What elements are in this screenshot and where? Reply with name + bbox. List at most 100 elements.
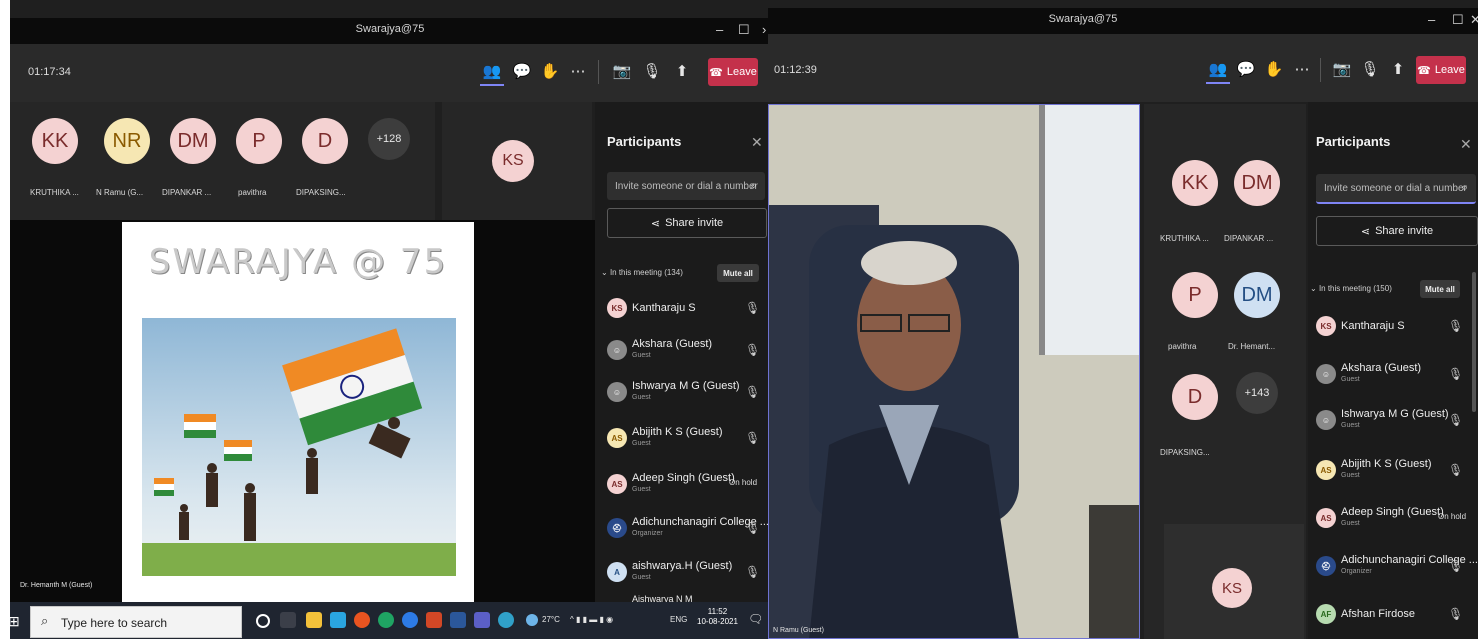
- taskbar-clock[interactable]: 11:52 10-08-2021: [697, 607, 738, 627]
- participants-panel: Participants ✕ Invite someone or dial a …: [1308, 102, 1478, 639]
- share-tray-icon[interactable]: ⬆: [1386, 56, 1410, 82]
- participant-avatar[interactable]: KK: [1172, 160, 1218, 206]
- meeting-toolbar: 01:17:34 👥 💬 ✋ ⋯ 📷 🎙 ⬆ ☎ Leave: [10, 44, 770, 102]
- chat-icon[interactable]: 💬: [510, 58, 534, 84]
- shared-content-stage: SWARAJYA @ 75 Dr. Hemanth M (Guest): [10, 220, 595, 602]
- participant-name: Ishwarya M G (Guest): [1341, 408, 1449, 420]
- overflow-count[interactable]: +143: [1236, 372, 1278, 414]
- speaker-video-frame: [769, 105, 1139, 638]
- close-panel-icon[interactable]: ✕: [1460, 136, 1472, 153]
- word-icon[interactable]: [450, 612, 466, 628]
- participant-row[interactable]: ☺ Ishwarya M G (Guest) Guest 🎙: [607, 374, 767, 410]
- participant-row[interactable]: ☺ Ishwarya M G (Guest) Guest 🎙: [1316, 402, 1466, 438]
- participant-row[interactable]: AS Adeep Singh (Guest) Guest On hold: [607, 466, 767, 502]
- app-icon[interactable]: [402, 612, 418, 628]
- firefox-icon[interactable]: [354, 612, 370, 628]
- mute-all-button[interactable]: Mute all: [1420, 280, 1460, 298]
- leave-button[interactable]: ☎ Leave: [708, 58, 758, 86]
- close-icon[interactable]: ›: [762, 22, 766, 37]
- participant-row[interactable]: KS Kantharaju S 🎙: [607, 290, 767, 326]
- cortana-icon[interactable]: [256, 614, 270, 628]
- mic-off-icon[interactable]: 🎙: [1358, 56, 1382, 82]
- invite-placeholder: Invite someone or dial a number: [1324, 183, 1467, 194]
- language-indicator[interactable]: ENG: [670, 615, 687, 624]
- participant-avatar[interactable]: DM: [1234, 160, 1280, 206]
- participant-avatar[interactable]: D: [1172, 374, 1218, 420]
- camera-off-icon[interactable]: 📷: [1330, 56, 1354, 82]
- mic-muted-icon: 🎙: [1448, 319, 1464, 333]
- leave-button[interactable]: ☎ Leave: [1416, 56, 1466, 84]
- participant-row[interactable]: AS Abijith K S (Guest) Guest 🎙: [1316, 452, 1466, 488]
- participant-role: Guest: [1341, 376, 1360, 383]
- participant-avatar: AS: [1316, 508, 1336, 528]
- participant-row[interactable]: ⛑ Adichunchanagiri College ... Organizer…: [607, 510, 769, 546]
- participant-row[interactable]: AF Afshan Firdose 🎙: [1316, 596, 1466, 632]
- speaker-caption: N Ramu (Guest): [773, 627, 824, 634]
- chat-icon[interactable]: 💬: [1234, 56, 1258, 82]
- participant-avatar[interactable]: P: [1172, 272, 1218, 318]
- mute-all-button[interactable]: Mute all: [717, 264, 759, 282]
- participant-row[interactable]: ☺ Akshara (Guest) Guest 🎙: [607, 332, 767, 368]
- in-meeting-header[interactable]: ⌄ In this meeting (150): [1310, 284, 1392, 293]
- invite-input[interactable]: Invite someone or dial a number ⌕: [607, 172, 765, 200]
- participant-row[interactable]: ⛑ Adichunchanagiri College ... Organizer…: [1316, 548, 1478, 584]
- more-options-icon[interactable]: ⋯: [566, 58, 590, 84]
- share-icon: ⋖: [650, 217, 661, 230]
- participant-role: Organizer: [1341, 568, 1372, 575]
- share-invite-button[interactable]: ⋖ Share invite: [1316, 216, 1478, 246]
- participant-avatar[interactable]: KK: [32, 118, 78, 164]
- participant-row[interactable]: ☺ Akshara (Guest) Guest 🎙: [1316, 356, 1466, 392]
- participant-name: Afshan Firdose: [1341, 608, 1415, 620]
- overflow-count[interactable]: +128: [368, 118, 410, 160]
- participant-row[interactable]: KS Kantharaju S 🎙: [1316, 308, 1466, 344]
- weather-temp[interactable]: 27°C: [542, 615, 560, 624]
- participant-name: Dr. Hemant...: [1228, 342, 1276, 351]
- taskbar-search[interactable]: ⌕ Type here to search: [30, 606, 242, 638]
- file-explorer-icon[interactable]: [306, 612, 322, 628]
- mic-off-icon[interactable]: 🎙: [640, 58, 664, 84]
- share-tray-icon[interactable]: ⬆: [670, 58, 694, 84]
- participant-row[interactable]: AS Abijith K S (Guest) Guest 🎙: [607, 420, 767, 456]
- participant-role: Guest: [1341, 520, 1360, 527]
- participant-avatar[interactable]: DM: [170, 118, 216, 164]
- close-icon[interactable]: ✕: [1470, 12, 1478, 28]
- participant-avatar[interactable]: D: [302, 118, 348, 164]
- participant-row[interactable]: AS Adeep Singh (Guest) Guest On hold: [1316, 500, 1476, 536]
- participant-avatar[interactable]: DM: [1234, 272, 1280, 318]
- maximize-icon[interactable]: ☐: [738, 22, 750, 38]
- app-icon[interactable]: [498, 612, 514, 628]
- people-icon[interactable]: 👥: [1206, 56, 1230, 84]
- chrome-icon[interactable]: [378, 612, 394, 628]
- guest-avatar-icon: ☺: [1316, 410, 1336, 430]
- camera-off-icon[interactable]: 📷: [610, 58, 634, 84]
- share-invite-button[interactable]: ⋖ Share invite: [607, 208, 767, 238]
- powerpoint-icon[interactable]: [426, 612, 442, 628]
- tray-icons[interactable]: ^ ▮ ▮ ▬ ▮ ◉: [570, 615, 613, 624]
- close-panel-icon[interactable]: ✕: [751, 134, 763, 151]
- participant-strip: KK NR DM P D +128 KRUTHIKA ... N Ramu (G…: [10, 102, 435, 220]
- minimize-icon[interactable]: –: [1428, 12, 1435, 27]
- raise-hand-icon[interactable]: ✋: [1262, 56, 1286, 82]
- task-view-icon[interactable]: [280, 612, 296, 628]
- presentation-slide: SWARAJYA @ 75: [122, 222, 474, 602]
- participant-avatar[interactable]: P: [236, 118, 282, 164]
- raise-hand-icon[interactable]: ✋: [538, 58, 562, 84]
- panel-scrollbar[interactable]: [1472, 272, 1476, 412]
- invite-input[interactable]: Invite someone or dial a number ⌕: [1316, 174, 1476, 204]
- more-options-icon[interactable]: ⋯: [1290, 56, 1314, 82]
- notification-icon[interactable]: 🗨: [748, 612, 763, 626]
- mic-muted-icon: 🎙: [1448, 463, 1464, 477]
- phone-icon: ☎: [709, 66, 723, 79]
- speaker-video: N Ramu (Guest): [768, 104, 1140, 639]
- people-icon[interactable]: 👥: [480, 58, 504, 86]
- in-meeting-header[interactable]: ⌄ In this meeting (134): [601, 268, 683, 277]
- windows-start-icon[interactable]: ⊞: [10, 613, 20, 630]
- edge-icon[interactable]: [330, 612, 346, 628]
- participant-row[interactable]: A aishwarya.H (Guest) Guest 🎙: [607, 554, 767, 590]
- teams-icon[interactable]: [474, 612, 490, 628]
- participant-name: Abijith K S (Guest): [1341, 458, 1432, 470]
- taskbar-search-placeholder: Type here to search: [61, 616, 168, 630]
- minimize-icon[interactable]: –: [716, 22, 723, 37]
- participant-avatar[interactable]: NR: [104, 118, 150, 164]
- maximize-icon[interactable]: ☐: [1452, 12, 1464, 28]
